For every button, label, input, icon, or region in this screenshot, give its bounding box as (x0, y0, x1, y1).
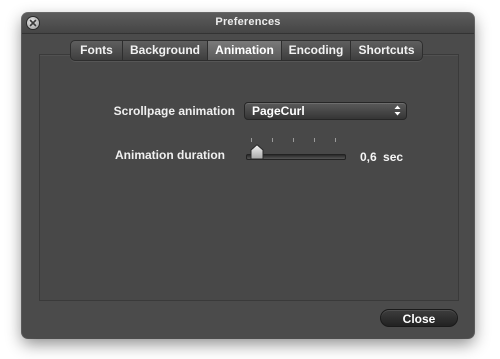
tab-fonts[interactable]: Fonts (71, 41, 123, 60)
tab-animation[interactable]: Animation (208, 41, 282, 60)
slider-tick (251, 138, 252, 142)
slider-knob-icon[interactable] (250, 144, 264, 160)
scrollpage-animation-popup[interactable]: PageCurl (244, 102, 407, 120)
window-title: Preferences (215, 16, 281, 28)
tab-content-panel (39, 54, 459, 301)
tab-shortcuts[interactable]: Shortcuts (351, 41, 422, 60)
close-button[interactable]: Close (380, 309, 458, 327)
slider-tick (272, 138, 273, 142)
animation-duration-label: Animation duration (115, 148, 225, 162)
slider-tick (314, 138, 315, 142)
scrollpage-animation-value: PageCurl (252, 104, 305, 118)
tab-encoding[interactable]: Encoding (282, 41, 351, 60)
preferences-window: Preferences Fonts Background Animation E… (22, 13, 474, 338)
preferences-tabs: Fonts Background Animation Encoding Shor… (70, 40, 423, 61)
slider-tick (335, 138, 336, 142)
title-bar[interactable]: Preferences (22, 13, 474, 34)
duration-value: 0,6 (360, 150, 377, 164)
animation-duration-readout: 0,6 sec (360, 150, 403, 164)
tab-background[interactable]: Background (123, 41, 208, 60)
duration-unit: sec (383, 150, 404, 164)
updown-arrows-icon (394, 105, 401, 116)
scrollpage-animation-label: Scrollpage animation (113, 104, 235, 118)
slider-tick (293, 138, 294, 142)
